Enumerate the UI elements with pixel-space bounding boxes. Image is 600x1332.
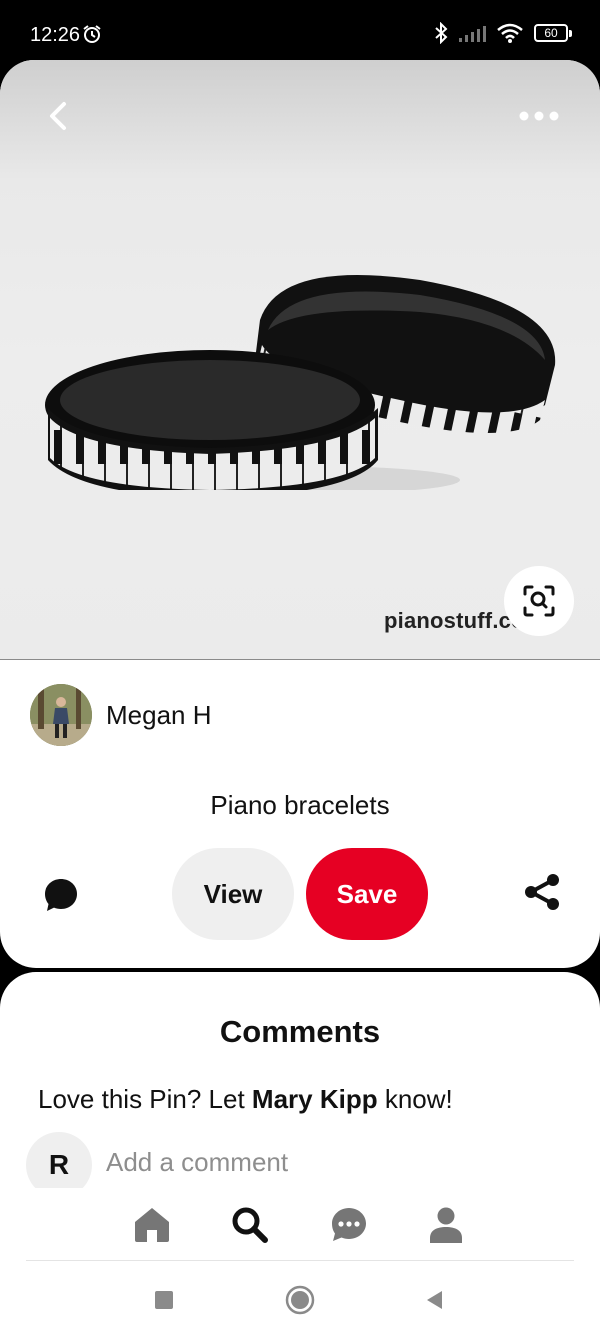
pin-title: Piano bracelets bbox=[210, 790, 390, 820]
bottom-tab-bar bbox=[0, 1186, 600, 1260]
comments-heading: Comments bbox=[219, 1014, 381, 1049]
comment-bubble-icon bbox=[45, 879, 77, 911]
system-back-button[interactable] bbox=[414, 1280, 454, 1320]
messages-icon bbox=[332, 1208, 366, 1241]
back-triangle-icon bbox=[427, 1291, 442, 1309]
system-home-button[interactable] bbox=[280, 1280, 320, 1320]
pin-owner-name[interactable]: Mary Kipp bbox=[252, 1084, 378, 1114]
system-navigation-bar bbox=[0, 1268, 600, 1332]
comment-input[interactable] bbox=[106, 1142, 566, 1182]
pin-card: pianostuff.com Megan H Piano bracelets V… bbox=[0, 60, 600, 968]
pin-author[interactable]: Megan H bbox=[30, 684, 212, 746]
share-icon bbox=[525, 874, 559, 910]
status-icons: 60 bbox=[434, 22, 572, 44]
wifi-icon bbox=[497, 23, 523, 43]
tab-bar-divider bbox=[26, 1260, 574, 1261]
tab-profile[interactable] bbox=[421, 1200, 471, 1250]
share-button[interactable] bbox=[520, 870, 564, 914]
view-button[interactable]: View bbox=[172, 848, 294, 940]
piano-bracelets-photo bbox=[45, 275, 556, 490]
add-comment-row: R bbox=[26, 1132, 586, 1188]
more-dots-icon bbox=[519, 111, 559, 121]
bluetooth-icon bbox=[435, 22, 448, 44]
tab-messages[interactable] bbox=[324, 1200, 374, 1250]
visual-search-button[interactable] bbox=[504, 566, 574, 636]
home-circle-icon bbox=[285, 1285, 315, 1315]
prompt-suffix: know! bbox=[377, 1084, 453, 1114]
back-button[interactable] bbox=[36, 94, 80, 138]
battery-level: 60 bbox=[534, 24, 568, 42]
status-bar: 12:26 60 bbox=[0, 0, 600, 64]
pin-image[interactable]: pianostuff.com bbox=[0, 60, 600, 660]
author-name[interactable]: Megan H bbox=[106, 700, 212, 731]
profile-icon bbox=[430, 1207, 462, 1243]
tab-search[interactable] bbox=[225, 1200, 275, 1250]
comments-prompt: Love this Pin? Let Mary Kipp know! bbox=[38, 1084, 453, 1115]
more-options-button[interactable] bbox=[512, 98, 566, 134]
back-chevron-icon bbox=[50, 102, 66, 130]
alarm-icon bbox=[83, 25, 101, 43]
comments-sheet: Comments Love this Pin? Let Mary Kipp kn… bbox=[0, 972, 600, 1332]
recents-icon bbox=[155, 1291, 173, 1309]
tab-home[interactable] bbox=[127, 1200, 177, 1250]
pin-actions: View Save bbox=[0, 846, 600, 942]
signal-icon bbox=[459, 26, 486, 42]
save-button[interactable]: Save bbox=[306, 848, 428, 940]
comment-button[interactable] bbox=[38, 872, 84, 918]
avatar[interactable] bbox=[30, 684, 92, 746]
home-icon bbox=[135, 1208, 169, 1242]
avatar-photo bbox=[30, 684, 92, 746]
prompt-prefix: Love this Pin? Let bbox=[38, 1084, 252, 1114]
search-icon bbox=[232, 1207, 268, 1243]
status-time: 12:26 bbox=[30, 24, 81, 46]
battery-icon: 60 bbox=[534, 24, 572, 42]
recents-button[interactable] bbox=[144, 1280, 184, 1320]
user-avatar: R bbox=[26, 1132, 92, 1188]
visual-search-icon bbox=[523, 585, 555, 617]
